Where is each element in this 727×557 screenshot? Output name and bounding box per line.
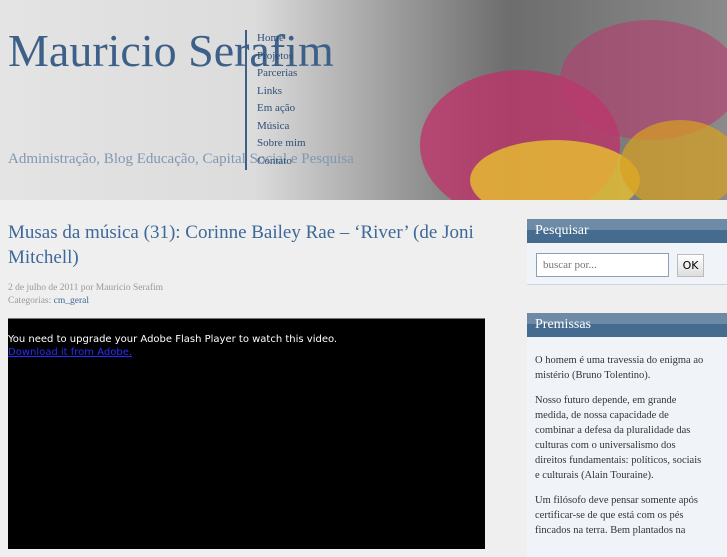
header-banner: Mauricio Serafim Administração, Blog Edu… — [0, 0, 727, 200]
post-date: 2 de julho de 2011 por Mauricio Serafim — [8, 283, 164, 293]
nav-sobre-mim[interactable]: Sobre mim — [257, 135, 306, 153]
search-widget: OK — [527, 243, 727, 285]
post-categories: Categorias: cm_geral — [8, 296, 89, 306]
categories-label: Categorias: — [8, 296, 52, 306]
video-player[interactable]: You need to upgrade your Adobe Flash Pla… — [8, 318, 485, 549]
quote: Nosso futuro depende, em grande medida, … — [535, 395, 702, 481]
banner-decoration — [560, 20, 727, 140]
premissas-widget-title: Premissas — [527, 313, 727, 337]
nav-musica[interactable]: Música — [257, 118, 306, 136]
flash-message: You need to upgrade your Adobe Flash Pla… — [8, 334, 338, 345]
post-title[interactable]: Musas da música (31): Corinne Bailey Rae… — [8, 220, 488, 270]
nav-em-acao[interactable]: Em ação — [257, 100, 306, 118]
search-button[interactable]: OK — [677, 254, 704, 277]
quote: O homem é uma travessia do enigma ao mis… — [535, 355, 704, 381]
quote: Um filósofo deve pensar somente após cer… — [535, 495, 699, 536]
nav-contato[interactable]: Contato — [257, 153, 306, 171]
category-link[interactable]: cm_geral — [54, 296, 89, 306]
nav-parcerias[interactable]: Parcerias — [257, 65, 306, 83]
nav-links[interactable]: Links — [257, 83, 306, 101]
search-input[interactable] — [536, 253, 669, 277]
nav-home[interactable]: Home — [257, 30, 306, 48]
nav-projetos[interactable]: Projetos — [257, 48, 306, 66]
search-widget-title: Pesquisar — [527, 219, 727, 243]
premissas-widget: O homem é uma travessia do enigma ao mis… — [527, 337, 727, 557]
main-nav: Home Projetos Parcerias Links Em ação Mú… — [245, 30, 306, 170]
flash-download-link[interactable]: Download it from Adobe. — [8, 347, 132, 358]
